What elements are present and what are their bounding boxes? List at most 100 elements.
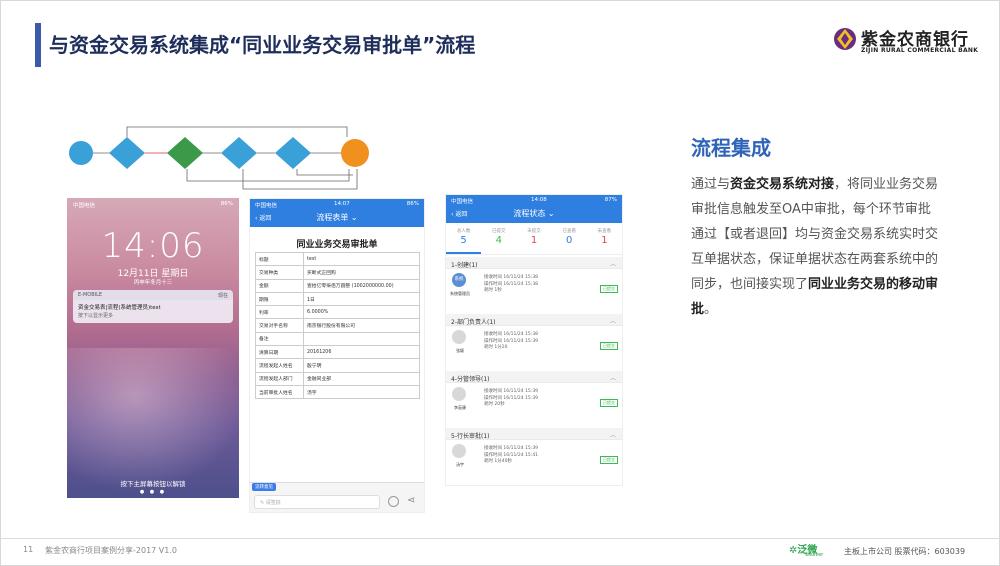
avatar	[452, 387, 466, 401]
node-section-header[interactable]: 5-行长审批(1) ︿	[446, 428, 622, 440]
form-field-label: 交易对手名称	[255, 318, 304, 333]
page-dots: ● ● ●	[139, 489, 167, 495]
form-field-value: 殷宁明	[303, 358, 420, 373]
time-line: 接收时间 16/11/24 15:39	[484, 389, 539, 394]
form-field-label: 期限	[255, 291, 304, 307]
avatar-initials: 系统	[454, 277, 464, 282]
user-name: 汤宇	[456, 462, 464, 467]
slide: 与资金交易系统集成“同业业务交易审批单”流程 紫金农商银行 ZIJIN RURA…	[0, 0, 1000, 566]
section-paragraph: 通过与资金交易系统对接，将同业业务交易审批信息触发至OA中审批，每个环节审批通过…	[691, 172, 943, 322]
lock-lunar-date: 丙申年冬月十三	[133, 280, 173, 286]
weaver-logo-en: weaver	[805, 552, 824, 558]
carrier-label: 中国电信	[73, 203, 96, 209]
back-button[interactable]: ‹ 返回	[451, 209, 487, 218]
time-line: 耗时 1秒	[484, 288, 502, 293]
back-label: 返回	[259, 214, 272, 222]
comment-bar: 流转意见 ✎ 请签批 ⋖	[250, 482, 424, 512]
chevron-up-icon[interactable]: ︿	[610, 430, 616, 439]
node-section-title: 1-创建(1)	[451, 262, 478, 269]
node-section-header[interactable]: 1-创建(1) ︿	[446, 257, 622, 269]
status-screen-title: 流程状态 ⌄	[487, 208, 581, 219]
clock-label: 14:07	[333, 201, 350, 207]
node-row: 汤宇 接收时间 16/11/24 15:39 操作时间 16/11/24 15:41…	[446, 440, 622, 480]
back-label: 返回	[455, 210, 468, 218]
notification-title: 资金交易表|流程(系统管理员)test	[78, 305, 161, 311]
comment-tag[interactable]: 流转意见	[252, 483, 276, 491]
form-row: 标题 test	[255, 251, 420, 267]
flow-node-start	[69, 141, 93, 165]
status-bar: 中国电信 86%	[67, 198, 239, 210]
form-row: 交易对手名称 南京银行股份有限公司	[255, 318, 420, 333]
node-section-header[interactable]: 2-部门负责人(1) ︿	[446, 314, 622, 326]
form-title: 同业业务交易审批单	[296, 240, 378, 250]
chevron-down-icon[interactable]: ⌄	[351, 213, 358, 222]
stat-tab[interactable]: 未提交 1	[516, 225, 551, 254]
form-field-value	[303, 331, 420, 347]
bank-logo-icon	[834, 28, 856, 50]
weaver-logo: ✲泛微 weaver	[789, 541, 823, 558]
stat-tab[interactable]: 总人数 5	[446, 225, 482, 254]
push-notification[interactable]: E-MOBILE 现在 资金交易表|流程(系统管理员)test 按下以显示更多	[73, 290, 233, 323]
paragraph-text: 。	[704, 302, 718, 317]
clock-label: 14:08	[530, 197, 547, 203]
stat-value: 5	[460, 235, 467, 246]
node-section-title: 2-部门负责人(1)	[451, 319, 496, 326]
footer-caption: 紫金农商行项目案例分享-2017 V1.0	[45, 546, 177, 555]
battery-label: 86%	[220, 201, 233, 207]
avatar	[452, 330, 466, 344]
notification-subtitle: 按下以显示更多	[78, 313, 114, 319]
status-summary: 总人数 5 已提交 4 未提交 1 已查看 0 未查看 1	[446, 225, 622, 255]
stat-value: 4	[495, 235, 502, 246]
node-section-title: 4-分管领导(1)	[451, 376, 490, 383]
status-badge: 已提交	[600, 285, 618, 293]
form-row: 备注	[255, 331, 420, 347]
stat-label: 总人数	[456, 229, 471, 234]
paragraph-text: ，将同业业务交易审批信息触发至OA中审批，每个环节审批通过【或者退回】均与资金交…	[691, 177, 939, 292]
node-section-header[interactable]: 4-分管领导(1) ︿	[446, 371, 622, 383]
footer-divider	[1, 538, 1000, 539]
notification-header: E-MOBILE 现在	[73, 290, 233, 300]
chevron-down-icon[interactable]: ⌄	[548, 209, 555, 218]
form-row: 当前审批人姓名 汤宇	[255, 384, 420, 400]
form-field-value: 买断式正回购	[303, 265, 420, 280]
status-bar: 中国电信 14:08 87%	[446, 195, 622, 205]
back-button[interactable]: ‹ 返回	[255, 213, 291, 222]
form-field-value: 1日	[303, 291, 420, 307]
stat-tab[interactable]: 未查看 1	[587, 225, 622, 254]
stat-tab[interactable]: 已提交 4	[481, 225, 516, 254]
comment-placeholder: 请签批	[265, 500, 281, 506]
node-section-title: 5-行长审批(1)	[451, 433, 490, 440]
flow-node-president	[275, 137, 311, 169]
form-field-label: 当前审批人姓名	[255, 384, 304, 400]
form-field-label: 利率	[255, 305, 304, 320]
lock-time: 14:06	[101, 226, 205, 266]
form-screen-title: 流程表单 ⌄	[291, 212, 383, 223]
comment-input[interactable]: ✎ 请签批	[254, 495, 380, 509]
form-field-label: 流程发起人部门	[255, 371, 304, 386]
user-name: 李茹康	[454, 405, 466, 410]
form-field-value: 20161206	[303, 345, 420, 360]
paragraph-bold: 资金交易系统对接	[730, 177, 835, 192]
bank-name-en: ZIJIN RURAL COMMERCIAL BANK	[861, 47, 979, 54]
time-line: 耗时 20秒	[484, 402, 505, 407]
page-number: 11	[23, 545, 34, 554]
avatar	[452, 444, 466, 458]
refresh-icon[interactable]	[388, 496, 399, 507]
stat-tab[interactable]: 已查看 0	[552, 225, 587, 254]
form-field-label: 交易种类	[255, 265, 304, 280]
form-field-label: 流程发起人姓名	[255, 358, 304, 373]
form-field-value: test	[303, 251, 420, 267]
battery-label: 87%	[604, 197, 617, 203]
chevron-up-icon[interactable]: ︿	[610, 373, 616, 382]
status-badge: 已提交	[600, 342, 618, 350]
status-screen-mockup: 中国电信 14:08 87% ‹ 返回 流程状态 ⌄ 总人数 5 已提交 4 未提交 1 已…	[445, 194, 623, 486]
flow-node-dept	[167, 137, 203, 169]
form-row: 交易种类 买断式正回购	[255, 265, 420, 280]
stat-label: 已提交	[492, 229, 506, 234]
flow-node-end	[341, 139, 369, 167]
title-accent-bar	[35, 23, 41, 67]
chevron-up-icon[interactable]: ︿	[610, 259, 616, 268]
share-icon[interactable]: ⋖	[407, 495, 415, 506]
form-field-label: 备注	[255, 331, 304, 347]
chevron-up-icon[interactable]: ︿	[610, 316, 616, 325]
